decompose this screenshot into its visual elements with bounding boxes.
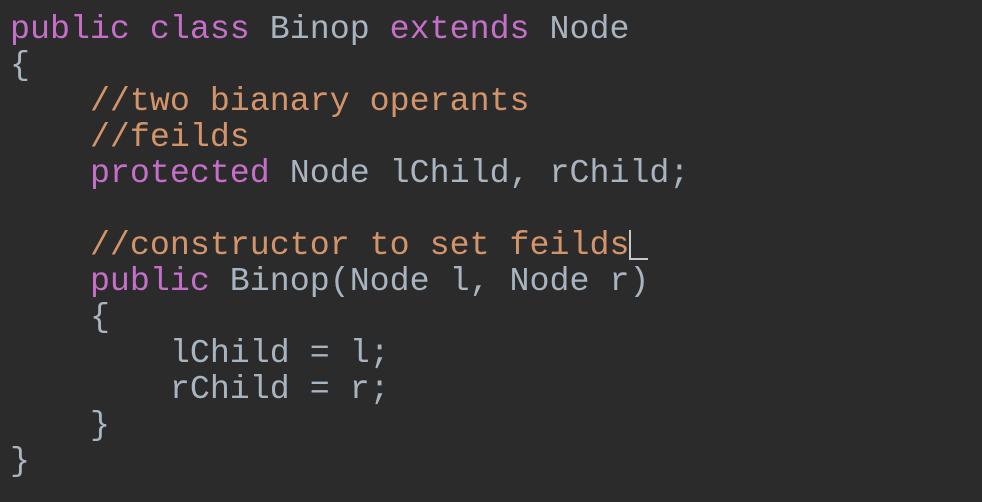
code-editor[interactable]: public class Binop extends Node{ //two b… [0,0,982,502]
code-line[interactable]: rChild = r; [10,371,982,407]
keyword-token: extends [389,10,530,48]
comment-token: //constructor to set feilds [89,226,630,264]
code-token: lChild = l; [169,334,390,372]
code-token: Node [529,10,630,48]
code-token: } [89,406,110,444]
code-token: } [10,442,30,480]
code-line[interactable]: } [10,443,982,479]
code-token: { [89,298,110,336]
code-line[interactable]: public class Binop extends Node [10,11,982,47]
code-line[interactable]: protected Node lChild, rChild; [10,155,982,191]
code-token: Node lChild, rChild; [269,154,690,192]
code-token: Binop [249,10,390,48]
code-line[interactable]: } [10,407,982,443]
code-line[interactable]: lChild = l; [10,335,982,371]
keyword-token: public [10,10,130,48]
code-line[interactable]: //feilds [10,119,982,155]
code-token: Binop(Node l, Node r) [209,262,650,300]
keyword-token: protected [89,154,270,192]
code-line[interactable]: { [10,299,982,335]
code-line[interactable]: public Binop(Node l, Node r) [10,263,982,299]
code-token: { [10,46,30,84]
code-line[interactable]: //constructor to set feilds [10,227,982,263]
comment-token: //two bianary operants [89,82,530,120]
comment-token: //feilds [89,118,250,156]
code-line[interactable]: //two bianary operants [10,83,982,119]
keyword-token: public [89,262,210,300]
code-line[interactable]: { [10,47,982,83]
keyword-token: class [149,10,250,48]
code-token: rChild = r; [169,370,390,408]
code-line[interactable] [10,191,982,227]
